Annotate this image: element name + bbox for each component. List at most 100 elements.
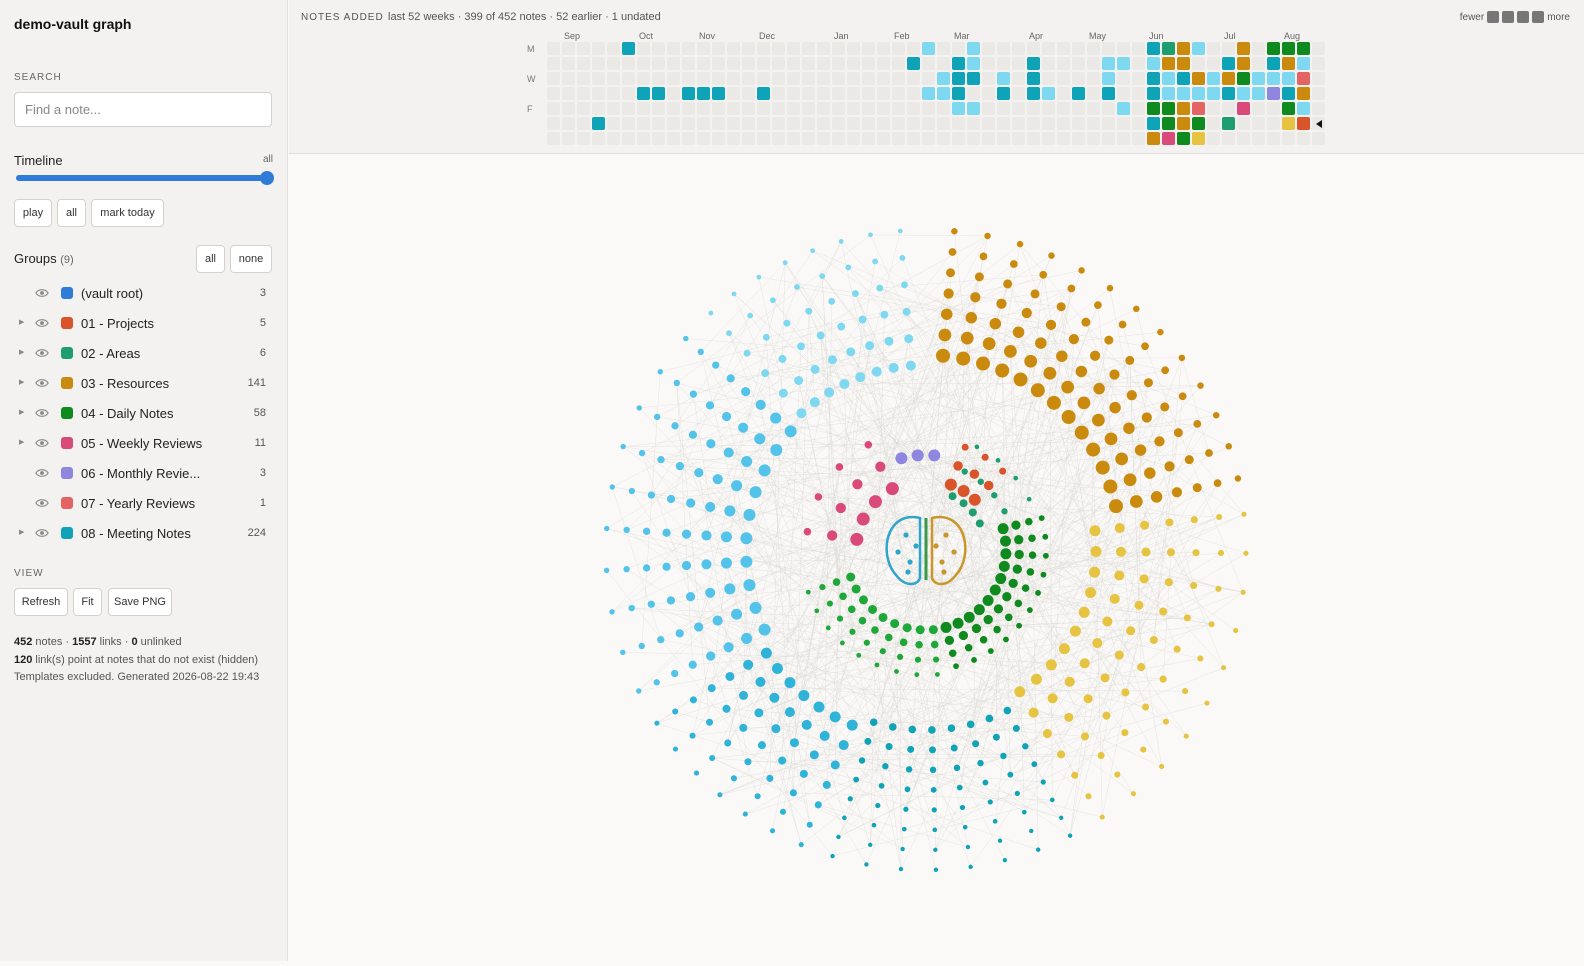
- graph-node[interactable]: [1003, 858, 1007, 862]
- heatmap-cell[interactable]: [1207, 57, 1220, 70]
- graph-node[interactable]: [859, 757, 865, 763]
- graph-node[interactable]: [724, 583, 735, 594]
- refresh-button[interactable]: Refresh: [14, 588, 68, 616]
- graph-node[interactable]: [988, 799, 993, 804]
- graph-node[interactable]: [1015, 600, 1023, 608]
- heatmap-cell[interactable]: [1102, 72, 1115, 85]
- heatmap-cell[interactable]: [1132, 72, 1145, 85]
- heatmap-cell[interactable]: [1192, 57, 1205, 70]
- heatmap-cell[interactable]: [1027, 132, 1040, 145]
- heatmap-cell[interactable]: [1132, 42, 1145, 55]
- graph-node[interactable]: [1080, 658, 1090, 668]
- graph-node[interactable]: [875, 803, 880, 808]
- graph-node[interactable]: [995, 364, 1009, 378]
- heatmap-cell[interactable]: [682, 57, 695, 70]
- graph-node[interactable]: [1241, 590, 1246, 595]
- heatmap-cell[interactable]: [982, 87, 995, 100]
- graph-node[interactable]: [828, 298, 835, 305]
- heatmap-cell[interactable]: [802, 72, 815, 85]
- heatmap-cell[interactable]: [1132, 117, 1145, 130]
- graph-node[interactable]: [750, 486, 762, 498]
- heatmap-cell[interactable]: [877, 117, 890, 130]
- graph-node[interactable]: [709, 755, 715, 761]
- graph-node[interactable]: [827, 530, 837, 540]
- graph-node[interactable]: [1123, 422, 1135, 434]
- heatmap-cell[interactable]: [787, 42, 800, 55]
- heatmap-cell[interactable]: [1252, 117, 1265, 130]
- graph-node[interactable]: [839, 379, 849, 389]
- heatmap-cell[interactable]: [1237, 132, 1250, 145]
- graph-node[interactable]: [732, 292, 737, 297]
- heatmap-cell[interactable]: [577, 102, 590, 115]
- heatmap-cell[interactable]: [607, 102, 620, 115]
- heatmap-cell[interactable]: [997, 132, 1010, 145]
- graph-node[interactable]: [998, 523, 1009, 534]
- heatmap-cell[interactable]: [607, 72, 620, 85]
- graph-node[interactable]: [1163, 719, 1169, 725]
- heatmap-cell[interactable]: [712, 117, 725, 130]
- graph-node[interactable]: [1035, 590, 1041, 596]
- graph-node[interactable]: [725, 672, 734, 681]
- heatmap-cell[interactable]: [1207, 87, 1220, 100]
- heatmap-cell[interactable]: [1162, 87, 1175, 100]
- graph-node[interactable]: [1086, 443, 1100, 457]
- graph-node[interactable]: [968, 865, 972, 869]
- graph-node[interactable]: [639, 643, 645, 649]
- heatmap-cell[interactable]: [1237, 102, 1250, 115]
- heatmap-cell[interactable]: [1102, 117, 1115, 130]
- heatmap-cell[interactable]: [577, 72, 590, 85]
- heatmap-cell[interactable]: [1297, 72, 1310, 85]
- graph-node[interactable]: [1185, 455, 1194, 464]
- heatmap-cell[interactable]: [1312, 42, 1325, 55]
- graph-node[interactable]: [1065, 677, 1075, 687]
- graph-node[interactable]: [1115, 452, 1128, 465]
- heatmap-cell[interactable]: [802, 117, 815, 130]
- graph-node[interactable]: [648, 601, 655, 608]
- heatmap-cell[interactable]: [832, 102, 845, 115]
- heatmap-cell[interactable]: [1252, 102, 1265, 115]
- graph-node[interactable]: [830, 854, 834, 858]
- graph-node[interactable]: [790, 789, 797, 796]
- graph-node[interactable]: [966, 312, 978, 324]
- heatmap-cell[interactable]: [547, 117, 560, 130]
- heatmap-cell[interactable]: [1282, 57, 1295, 70]
- heatmap-cell[interactable]: [1267, 87, 1280, 100]
- heatmap-cell[interactable]: [1027, 72, 1040, 85]
- heatmap-cell[interactable]: [577, 87, 590, 100]
- graph-node[interactable]: [929, 625, 938, 634]
- graph-node[interactable]: [1092, 414, 1105, 427]
- graph-node[interactable]: [689, 661, 697, 669]
- heatmap-cell[interactable]: [1162, 72, 1175, 85]
- heatmap-cell[interactable]: [1267, 72, 1280, 85]
- graph-node[interactable]: [1001, 508, 1007, 514]
- heatmap-cell[interactable]: [1132, 132, 1145, 145]
- heatmap-cell[interactable]: [652, 57, 665, 70]
- heatmap-cell[interactable]: [562, 42, 575, 55]
- graph-node[interactable]: [994, 604, 1003, 613]
- graph-node[interactable]: [1131, 791, 1136, 796]
- graph-node[interactable]: [1079, 607, 1090, 618]
- expand-caret-icon[interactable]: ▶: [19, 378, 24, 386]
- heatmap-cell[interactable]: [727, 72, 740, 85]
- heatmap-cell[interactable]: [622, 132, 635, 145]
- heatmap-cell[interactable]: [922, 102, 935, 115]
- graph-node[interactable]: [1115, 651, 1124, 660]
- play-button[interactable]: play: [14, 199, 52, 227]
- graph-node[interactable]: [620, 650, 625, 655]
- graph-node[interactable]: [899, 255, 905, 261]
- graph-node[interactable]: [1092, 638, 1102, 648]
- graph-node[interactable]: [654, 414, 660, 420]
- heatmap-cell[interactable]: [1177, 57, 1190, 70]
- graph-node[interactable]: [977, 760, 983, 766]
- heatmap-cell[interactable]: [622, 102, 635, 115]
- heatmap-cell[interactable]: [622, 42, 635, 55]
- graph-node[interactable]: [915, 641, 923, 649]
- graph-node[interactable]: [1218, 550, 1224, 556]
- graph-node[interactable]: [903, 807, 908, 812]
- graph-node[interactable]: [1036, 847, 1040, 851]
- heatmap-cell[interactable]: [922, 117, 935, 130]
- graph-node[interactable]: [1114, 772, 1120, 778]
- graph-node[interactable]: [903, 623, 912, 632]
- group-row[interactable]: ▶04 - Daily Notes58: [0, 400, 288, 428]
- heatmap-cell[interactable]: [1222, 102, 1235, 115]
